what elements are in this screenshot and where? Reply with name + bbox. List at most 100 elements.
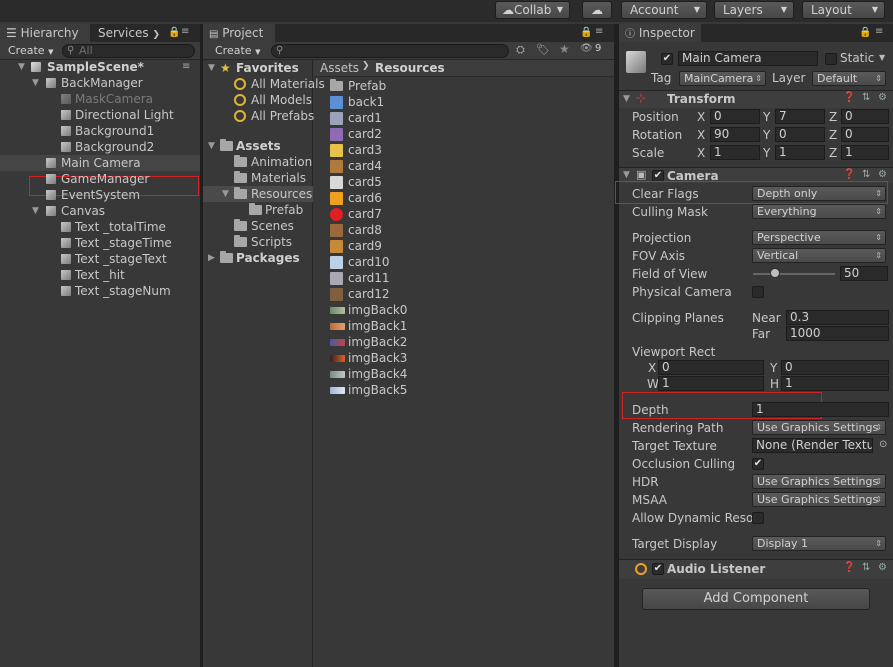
rotation-z-field[interactable]: 0 [841, 127, 889, 142]
position-x-field[interactable]: 0 [710, 109, 760, 124]
list-item[interactable]: card7 [330, 206, 600, 222]
position-y-field[interactable]: 7 [775, 109, 825, 124]
hierarchy-search-input[interactable]: ⚲ All [62, 44, 195, 58]
list-item[interactable]: imgBack2 [330, 334, 600, 350]
help-icon[interactable]: ❓ [843, 562, 855, 573]
list-item[interactable]: Directional Light [0, 107, 200, 123]
msaa-dropdown[interactable]: Use Graphics Settings ⇕ [752, 492, 886, 507]
list-item[interactable]: Scripts [203, 234, 313, 250]
list-item[interactable]: card6 [330, 190, 600, 206]
expand-arrow-icon[interactable]: ▼ [32, 203, 39, 219]
audio-listener-enabled-checkbox[interactable]: ✔ [652, 563, 664, 575]
scale-z-field[interactable]: 1 [841, 145, 889, 160]
clear-flags-dropdown[interactable]: Depth only ⇕ [752, 186, 886, 201]
panel-menu-icon[interactable]: ≡ [875, 26, 883, 37]
hierarchy-create-button[interactable]: Create ▼ [4, 43, 59, 58]
expand-arrow-icon[interactable]: ▼ [208, 60, 215, 76]
list-item[interactable]: card1 [330, 110, 600, 126]
list-item[interactable]: card5 [330, 174, 600, 190]
viewport-w-field[interactable]: 1 [658, 376, 764, 391]
occlusion-culling-checkbox[interactable]: ✔ [752, 458, 764, 470]
list-item[interactable]: imgBack4 [330, 366, 600, 382]
object-picker-icon[interactable]: ⊙ [879, 439, 887, 450]
list-item[interactable]: Text _stageText [0, 251, 200, 267]
expand-arrow-icon[interactable]: ▼ [208, 138, 215, 154]
fov-axis-dropdown[interactable]: Vertical ⇕ [752, 248, 886, 263]
list-item-selected[interactable]: ▼ Resources [203, 186, 313, 202]
hdr-dropdown[interactable]: Use Graphics Settings ⇕ [752, 474, 886, 489]
hidden-packages-icon[interactable]: 👁 [580, 43, 593, 54]
help-icon[interactable]: ❓ [843, 169, 855, 180]
target-texture-field[interactable]: None (Render Textu [752, 438, 873, 453]
preset-icon[interactable]: ⇅ [862, 562, 870, 573]
dynamic-resolution-checkbox[interactable] [752, 512, 764, 524]
panel-menu-icon[interactable]: ≡ [181, 26, 189, 37]
gear-icon[interactable]: ⚙ [878, 169, 887, 180]
collab-button[interactable]: ☁ Collab ▼ [495, 1, 570, 19]
list-item-selected[interactable]: Main Camera [0, 155, 200, 171]
expand-arrow-icon[interactable]: ▼ [222, 186, 229, 202]
rotation-x-field[interactable]: 90 [710, 127, 760, 142]
target-display-dropdown[interactable]: Display 1 ⇕ [752, 536, 886, 551]
gear-icon[interactable]: ⚙ [878, 562, 887, 573]
culling-mask-dropdown[interactable]: Everything ⇕ [752, 204, 886, 219]
gear-icon[interactable]: ⚙ [878, 92, 887, 103]
project-search-input[interactable]: ⚲ [271, 44, 509, 58]
list-item[interactable]: card11 [330, 270, 600, 286]
depth-field[interactable]: 1 [752, 402, 889, 417]
list-item[interactable]: All Materials [203, 76, 325, 92]
list-item[interactable]: card12 [330, 286, 600, 302]
scale-y-field[interactable]: 1 [775, 145, 825, 160]
list-item[interactable]: EventSystem [0, 187, 200, 203]
preset-icon[interactable]: ⇅ [862, 169, 870, 180]
add-component-button[interactable]: Add Component [642, 588, 870, 610]
lock-icon[interactable]: 🔒 [580, 27, 592, 38]
list-item[interactable]: MaskCamera [0, 91, 200, 107]
far-field[interactable]: 1000 [786, 326, 889, 341]
active-checkbox[interactable]: ✔ [661, 53, 673, 65]
list-item[interactable]: imgBack3 [330, 350, 600, 366]
list-item[interactable]: Prefab [330, 78, 600, 94]
rendering-path-dropdown[interactable]: Use Graphics Settings ⇕ [752, 420, 886, 435]
expand-arrow-icon[interactable]: ▼ [18, 59, 25, 75]
tab-services[interactable]: Services ❯ [92, 24, 162, 42]
chevron-down-icon[interactable]: ▼ [879, 53, 885, 62]
list-item[interactable]: card3 [330, 142, 600, 158]
fov-slider-track[interactable] [753, 273, 835, 275]
expand-arrow-icon[interactable]: ▼ [623, 94, 630, 104]
viewport-y-field[interactable]: 0 [781, 360, 889, 375]
rotation-y-field[interactable]: 0 [775, 127, 825, 142]
fov-field[interactable]: 50 [840, 266, 888, 281]
favorites-row[interactable]: ▼ ★ Favorites [203, 60, 313, 76]
lock-icon[interactable]: 🔒 [859, 27, 871, 38]
list-item[interactable]: imgBack0 [330, 302, 600, 318]
list-item[interactable]: Materials [203, 170, 313, 186]
layout-button[interactable]: Layout ▼ [802, 1, 885, 19]
viewport-h-field[interactable]: 1 [781, 376, 889, 391]
cloud-button[interactable]: ☁ [582, 1, 612, 19]
layers-button[interactable]: Layers ▼ [714, 1, 794, 19]
list-item[interactable]: GameManager [0, 171, 200, 187]
physical-camera-checkbox[interactable] [752, 286, 764, 298]
object-name-field[interactable]: Main Camera [678, 51, 818, 66]
account-button[interactable]: Account ▼ [621, 1, 707, 19]
project-create-button[interactable]: Create ▼ [211, 43, 266, 58]
tab-project[interactable]: ▤ Project [203, 24, 275, 42]
panel-menu-icon[interactable]: ≡ [595, 26, 603, 37]
list-item[interactable]: All Models [203, 92, 313, 108]
position-z-field[interactable]: 0 [841, 109, 889, 124]
list-item[interactable]: Text _stageTime [0, 235, 200, 251]
breadcrumb-root[interactable]: Assets [320, 61, 359, 75]
list-item[interactable]: card9 [330, 238, 600, 254]
filter-label-icon[interactable]: 🏷 [536, 43, 550, 56]
expand-arrow-icon[interactable]: ▼ [32, 75, 39, 91]
help-icon[interactable]: ❓ [843, 92, 855, 103]
list-item[interactable]: imgBack5 [330, 382, 600, 398]
scene-menu-icon[interactable]: ≡ [182, 59, 190, 75]
tab-inspector[interactable]: ⓘ Inspector [619, 24, 701, 42]
layer-dropdown[interactable]: Default ⇕ [812, 71, 886, 86]
list-item[interactable]: Text _totalTime [0, 219, 200, 235]
list-item[interactable]: card4 [330, 158, 600, 174]
preset-icon[interactable]: ⇅ [862, 92, 870, 103]
list-item[interactable]: card10 [330, 254, 600, 270]
